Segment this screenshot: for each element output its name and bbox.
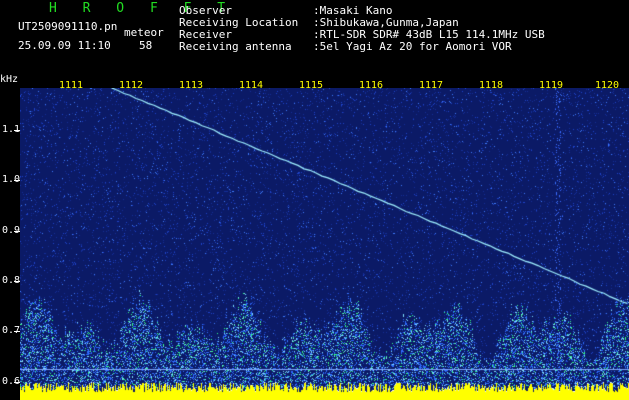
receiver-value: :RTL-SDR SDR# 43dB L15 114.1MHz USB [313,28,545,41]
observer-label: Observer [179,4,232,17]
location-label: Receiving Location [179,16,299,29]
antenna-label: Receiving antenna [179,40,292,53]
date-time: 25.09.09 11:10 [18,39,111,52]
spectrogram-canvas [20,88,629,400]
seconds-readout: 58 [139,39,153,52]
receiver-label: Receiver [179,28,232,41]
observer-value: :Masaki Kano [313,4,393,17]
antenna-value: :5el Yagi Az 20 for Aomori VOR [313,40,512,53]
file-suffix: meteor [124,26,164,39]
location-value: :Shibukawa,Gunma,Japan [313,16,459,29]
header-panel: H R O F F T UT2509091110.pn meteor 25.09… [0,0,629,85]
y-unit-label: kHz [0,74,19,85]
file-name: UT2509091110.pn [18,20,118,33]
